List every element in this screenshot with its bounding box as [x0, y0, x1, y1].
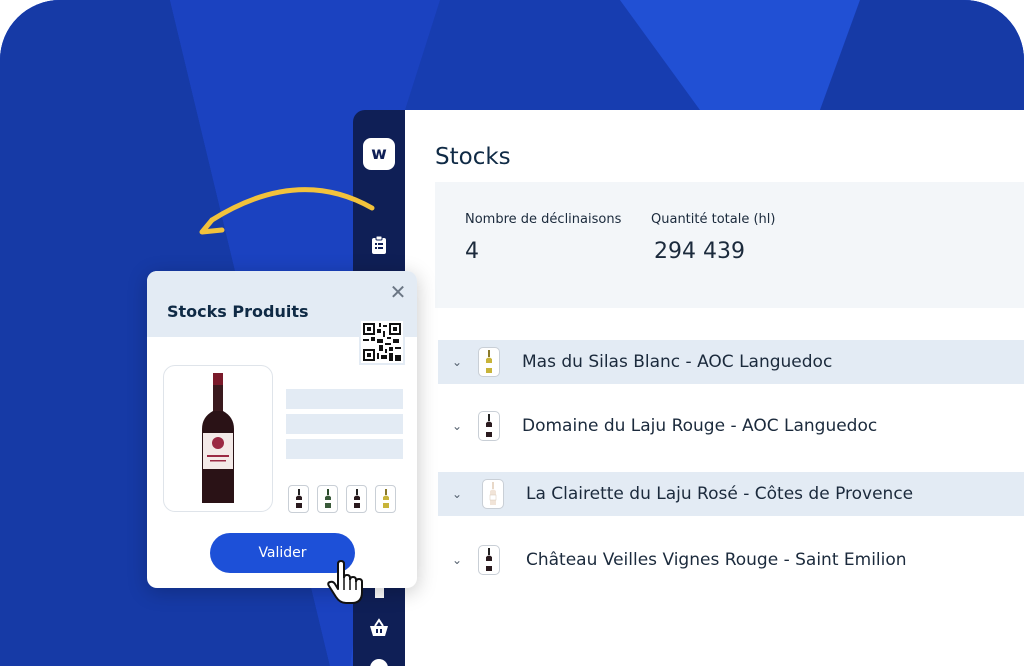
stat-label: Quantité totale (hl)	[651, 212, 776, 227]
variant-thumb-green[interactable]	[317, 485, 338, 513]
chevron-down-icon[interactable]: ⌄	[438, 553, 476, 567]
qr-code-icon	[359, 319, 405, 365]
product-image-card	[163, 365, 273, 512]
compass-icon[interactable]	[367, 656, 391, 666]
product-name: Château Veilles Vignes Rouge - Saint Emi…	[526, 550, 907, 570]
list-item[interactable]: ⌄ Mas du Silas Blanc - AOC Languedoc	[438, 340, 1024, 384]
app-logo[interactable]: w	[363, 138, 395, 170]
red-wine-bottle-icon	[478, 411, 500, 441]
variant-thumb-red[interactable]	[288, 485, 309, 513]
product-name: Domaine du Laju Rouge - AOC Languedoc	[522, 416, 878, 436]
page-title: Stocks	[435, 144, 511, 170]
rose-wine-bottle-icon	[482, 479, 504, 509]
stat-label: Nombre de déclinaisons	[465, 212, 622, 227]
product-name: La Clairette du Laju Rosé - Côtes de Pro…	[526, 484, 914, 504]
stat-value: 294 439	[654, 239, 745, 264]
curved-arrow-icon	[199, 187, 375, 235]
list-item[interactable]: ⌄ Château Veilles Vignes Rouge - Saint E…	[438, 538, 1024, 582]
stocks-produits-modal: Stocks Produits ✕ Valider	[147, 271, 417, 588]
list-item[interactable]: ⌄ La Clairette du Laju Rosé - Côtes de P…	[438, 472, 1024, 516]
chevron-down-icon[interactable]: ⌄	[438, 419, 476, 433]
variant-thumb-white[interactable]	[375, 485, 396, 513]
stat-value: 4	[465, 239, 479, 264]
close-icon[interactable]: ✕	[387, 281, 409, 303]
stocks-panel: Stocks Nombre de déclinaisons 4 Quantité…	[405, 110, 1024, 666]
product-name: Mas du Silas Blanc - AOC Languedoc	[522, 352, 833, 372]
modal-title: Stocks Produits	[167, 302, 309, 321]
chevron-down-icon[interactable]: ⌄	[438, 487, 476, 501]
red-wine-bottle-icon	[478, 545, 500, 575]
placeholder-line	[286, 439, 403, 459]
placeholder-line	[286, 414, 403, 434]
basket-icon[interactable]	[367, 616, 391, 640]
stats-card: Nombre de déclinaisons 4 Quantité totale…	[435, 182, 1024, 308]
variant-thumb-red[interactable]	[346, 485, 367, 513]
list-item[interactable]: ⌄ Domaine du Laju Rouge - AOC Languedoc	[438, 404, 1024, 448]
chevron-down-icon[interactable]: ⌄	[438, 355, 476, 369]
wine-bottle-image	[202, 372, 234, 503]
screenshot-stage: w Stocks Nombre de déclinaisons 4 Quanti…	[0, 0, 1024, 666]
placeholder-line	[286, 389, 403, 409]
hand-cursor-icon	[327, 560, 363, 604]
white-wine-bottle-icon	[478, 347, 500, 377]
